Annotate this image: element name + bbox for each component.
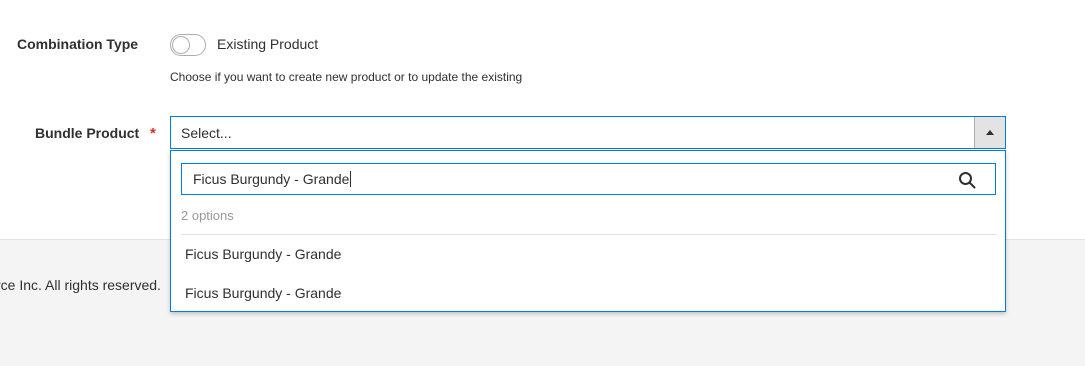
dropdown-option[interactable]: Ficus Burgundy - Grande (185, 246, 341, 262)
text-cursor (350, 171, 352, 187)
toggle-label[interactable]: Existing Product (217, 36, 318, 52)
combination-type-hint: Choose if you want to create new product… (170, 70, 523, 84)
chevron-up-icon[interactable] (974, 117, 1005, 148)
search-value: Ficus Burgundy - Grande (193, 171, 352, 187)
combination-type-label: Combination Type (17, 36, 139, 52)
divider (181, 234, 996, 235)
footer-copyright: rce Inc. All rights reserved. (0, 277, 161, 293)
options-count: 2 options (181, 208, 234, 223)
select-placeholder: Select... (181, 125, 232, 141)
search-icon[interactable] (958, 171, 976, 189)
toggle-knob (172, 36, 190, 54)
dropdown-search-input[interactable]: Ficus Burgundy - Grande (181, 163, 996, 195)
bundle-product-label: Bundle Product (35, 125, 140, 141)
required-indicator: * (150, 125, 156, 142)
bundle-product-dropdown: Ficus Burgundy - Grande 2 options Ficus … (170, 150, 1006, 312)
dropdown-option[interactable]: Ficus Burgundy - Grande (185, 285, 341, 301)
bundle-product-select[interactable]: Select... (170, 116, 1006, 149)
combination-type-toggle[interactable] (170, 34, 206, 56)
